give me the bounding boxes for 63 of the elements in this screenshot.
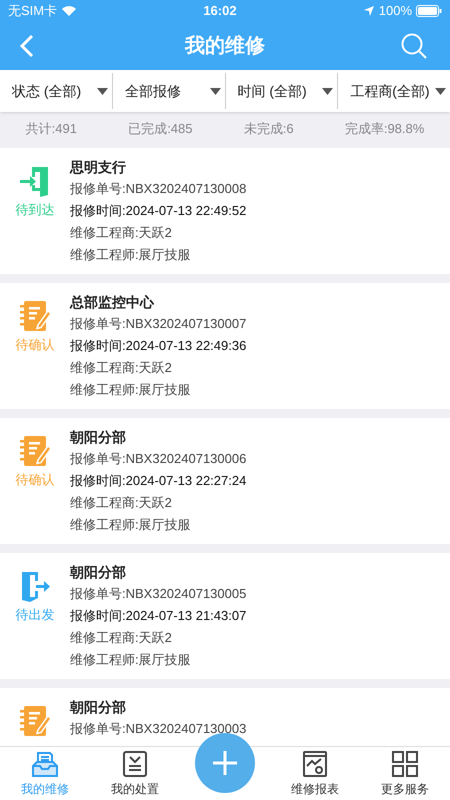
order-number: 报修单号:NBX3202407130008 — [70, 180, 246, 198]
status-label: 待确认 — [16, 471, 54, 489]
location-icon — [362, 5, 375, 17]
checklist-icon — [121, 750, 149, 778]
report-time: 报修时间:2024-07-13 22:49:52 — [70, 202, 246, 220]
grid-icon — [391, 750, 419, 778]
filter-dropdown[interactable]: 工程商(全部) — [337, 73, 450, 109]
order-number: 报修单号:NBX3202407130003 — [70, 720, 246, 738]
status-label: 待确认 — [16, 336, 54, 354]
tab-item[interactable]: 更多服务 — [360, 747, 450, 800]
notebook-pen-icon — [18, 704, 52, 738]
stat-text: 完成率:98.8% — [344, 120, 424, 138]
filter-dropdown[interactable]: 状态 (全部) — [0, 73, 112, 109]
dropdown-caret-icon — [210, 88, 220, 94]
filter-dropdown[interactable]: 全部报修 — [112, 73, 224, 109]
tab-item[interactable]: 维修报表 — [270, 747, 360, 800]
report-time: 报修时间:2024-07-13 21:43:07 — [70, 607, 246, 625]
engineer-text: 维修工程师:展厅技服 — [70, 651, 192, 669]
dropdown-caret-icon — [435, 88, 446, 94]
notebook-pen-icon — [18, 299, 52, 333]
stat-text: 未完成:6 — [244, 120, 294, 138]
order-card[interactable]: 待到达 思明支行 报修单号:NBX3202407130008 报修时间:2024-07-13 22:49:52 维修工程商:天跃2 维修工程师:展厅技服 — [0, 148, 450, 274]
clock-text: 16:02 — [203, 2, 237, 20]
inbox-icon — [31, 750, 59, 778]
branch-name: 朝阳分部 — [70, 563, 127, 582]
notebook-pen-icon — [18, 434, 52, 468]
chart-gear-icon — [301, 750, 329, 778]
carrier-text: 无SIM卡 — [8, 2, 58, 20]
tab-item[interactable]: 我的处置 — [90, 747, 180, 800]
status-label: 待到达 — [16, 201, 54, 219]
plus-icon — [211, 749, 239, 777]
dropdown-caret-icon — [322, 88, 334, 94]
dropdown-caret-icon — [96, 88, 108, 94]
branch-name: 朝阳分部 — [70, 698, 127, 717]
status-label: 待出发 — [16, 606, 54, 624]
engineer-text: 维修工程师:展厅技服 — [70, 516, 192, 534]
order-number: 报修单号:NBX3202407130006 — [70, 450, 246, 468]
branch-name: 思明支行 — [70, 158, 127, 177]
filter-dropdown[interactable]: 时间 (全部) — [224, 73, 338, 109]
branch-name: 总部监控中心 — [70, 293, 156, 312]
engineer-text: 维修工程师:展厅技服 — [70, 246, 192, 264]
battery-text: 100% — [378, 2, 412, 20]
vendor-text: 维修工程商:天跃2 — [70, 629, 173, 647]
vendor-text: 维修工程商:天跃2 — [70, 359, 173, 377]
order-card[interactable]: 待确认 朝阳分部 报修单号:NBX3202407130006 报修时间:2024-07-13 22:27:24 维修工程商:天跃2 维修工程师:展厅技服 — [0, 418, 450, 544]
stat-text: 共计:491 — [26, 120, 77, 138]
report-time: 报修时间:2024-07-13 22:49:36 — [70, 337, 246, 355]
engineer-text: 维修工程师:展厅技服 — [70, 381, 192, 399]
branch-name: 朝阳分部 — [70, 428, 127, 447]
order-number: 报修单号:NBX3202407130005 — [70, 585, 246, 603]
back-icon — [20, 34, 34, 58]
search-icon — [400, 32, 428, 60]
battery-icon — [416, 5, 442, 17]
page-title: 我的维修 — [185, 34, 265, 59]
order-card[interactable]: 朝阳分部 报修单号:NBX3202407130003 — [0, 688, 450, 746]
report-time: 报修时间:2024-07-13 22:27:24 — [70, 472, 246, 490]
vendor-text: 维修工程商:天跃2 — [70, 224, 173, 242]
order-card[interactable]: 待确认 总部监控中心 报修单号:NBX3202407130007 报修时间:2024-07-13 22:49:36 维修工程商:天跃2 维修工程师:展厅技服 — [0, 283, 450, 409]
order-number: 报修单号:NBX3202407130007 — [70, 315, 246, 333]
stat-text: 已完成:485 — [128, 120, 192, 138]
wifi-icon — [61, 5, 78, 17]
vendor-text: 维修工程商:天跃2 — [70, 494, 173, 512]
order-card[interactable]: 待出发 朝阳分部 报修单号:NBX3202407130005 报修时间:2024-07-13 21:43:07 维修工程商:天跃2 维修工程师:展厅技服 — [0, 553, 450, 679]
